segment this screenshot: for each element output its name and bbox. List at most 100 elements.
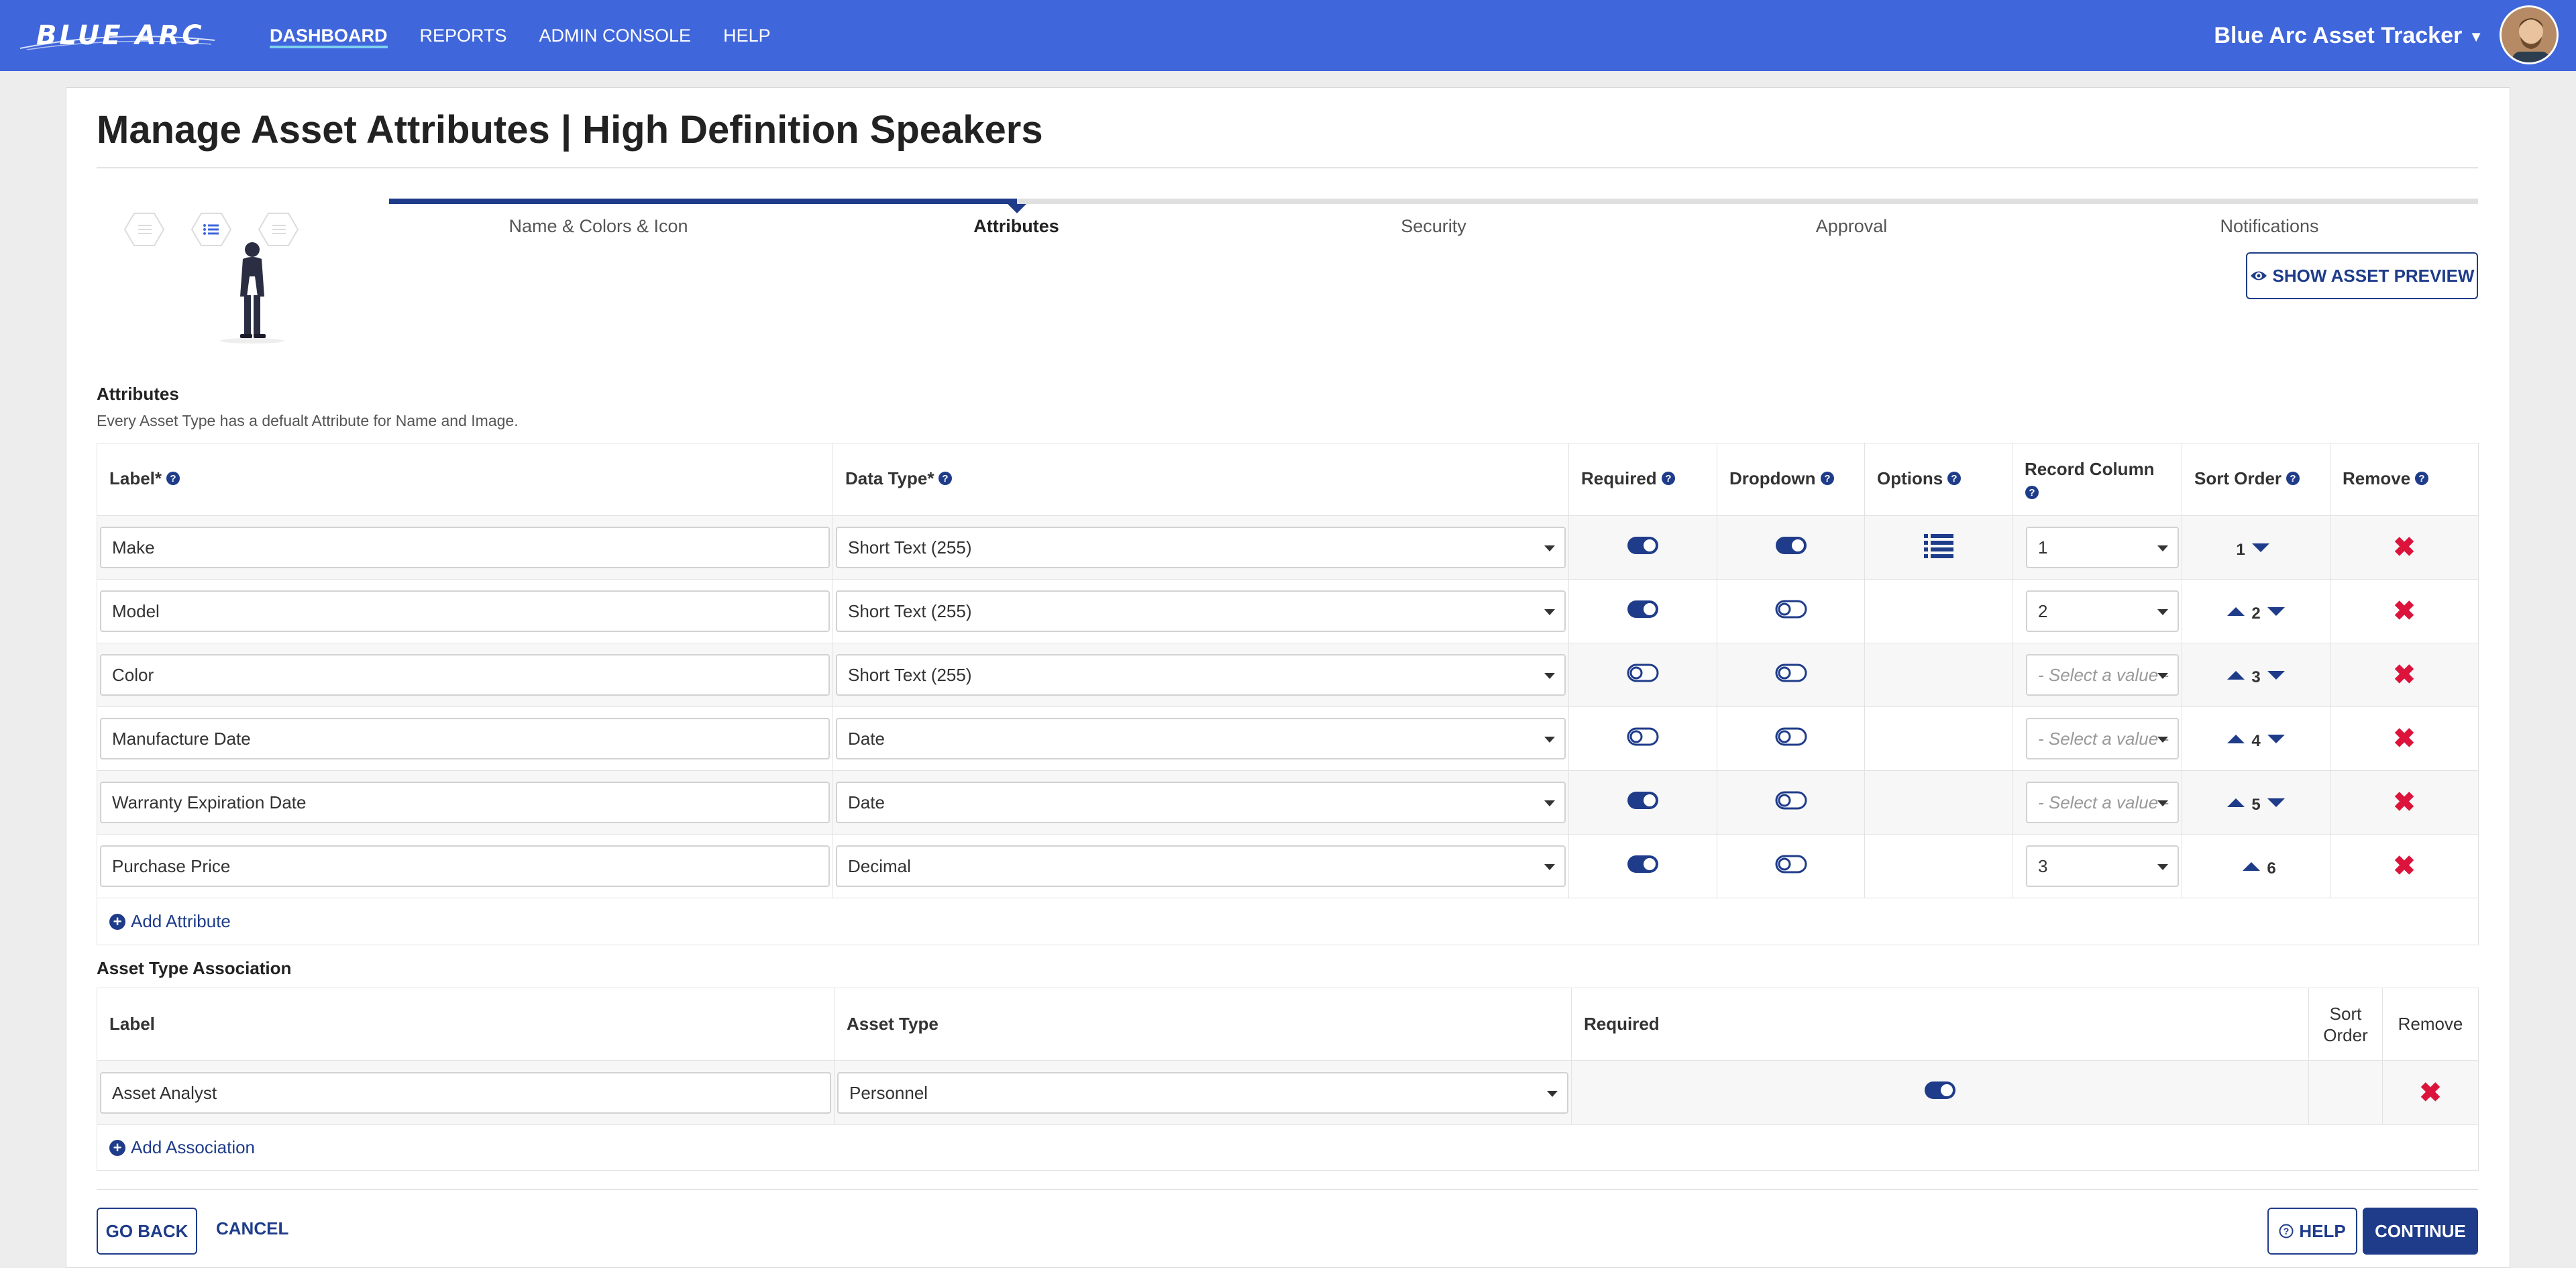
- attribute-label-input[interactable]: Model: [100, 590, 830, 632]
- attribute-row: Color Short Text (255) - Select a value …: [97, 643, 2479, 707]
- question-icon[interactable]: ?: [1820, 470, 1835, 490]
- question-icon[interactable]: ?: [2286, 470, 2300, 490]
- remove-attribute-icon[interactable]: ✖: [2393, 660, 2416, 690]
- required-toggle[interactable]: [1627, 791, 1659, 814]
- caret-down-icon: [1544, 864, 1555, 870]
- header-required: Required?: [1568, 443, 1717, 516]
- move-up-icon[interactable]: [2227, 734, 2245, 743]
- step-approval[interactable]: Approval: [1816, 216, 1888, 237]
- required-toggle[interactable]: [1627, 855, 1659, 878]
- blue-arc-logo[interactable]: BLUE ARC: [20, 19, 215, 52]
- required-toggle[interactable]: [1627, 727, 1659, 751]
- step-security[interactable]: Security: [1401, 216, 1466, 237]
- go-back-button[interactable]: GO BACK: [97, 1208, 197, 1255]
- header-record-column: Record Column?: [2012, 443, 2182, 516]
- sort-order-value: 4: [2251, 732, 2261, 750]
- move-up-icon[interactable]: [2227, 798, 2245, 807]
- step-name-colors-icon[interactable]: Name & Colors & Icon: [508, 216, 688, 237]
- logo-text: BLUE ARC: [36, 20, 205, 51]
- dropdown-toggle[interactable]: [1775, 855, 1807, 878]
- data-type-select[interactable]: Short Text (255): [836, 527, 1566, 568]
- required-toggle[interactable]: [1627, 600, 1659, 623]
- sort-order-value: 3: [2251, 668, 2261, 686]
- move-down-icon[interactable]: [2267, 670, 2285, 680]
- attribute-label-input[interactable]: Warranty Expiration Date: [100, 782, 830, 823]
- dropdown-toggle[interactable]: [1775, 600, 1807, 623]
- move-up-icon[interactable]: [2227, 606, 2245, 616]
- move-down-icon[interactable]: [2251, 543, 2269, 552]
- record-column-select[interactable]: 3: [2026, 845, 2179, 887]
- data-type-select[interactable]: Date: [836, 782, 1566, 823]
- data-type-select[interactable]: Decimal: [836, 845, 1566, 887]
- question-icon[interactable]: ?: [2025, 482, 2039, 505]
- record-column-select[interactable]: - Select a value -: [2026, 782, 2179, 823]
- data-type-select[interactable]: Date: [836, 718, 1566, 759]
- step-notifications[interactable]: Notifications: [2220, 216, 2318, 237]
- record-column-select[interactable]: 2: [2026, 590, 2179, 632]
- question-icon[interactable]: ?: [166, 470, 180, 490]
- add-association-label: Add Association: [131, 1137, 256, 1157]
- add-association-link[interactable]: + Add Association: [109, 1137, 2475, 1158]
- data-type-select[interactable]: Short Text (255): [836, 654, 1566, 696]
- dropdown-toggle[interactable]: [1775, 664, 1807, 687]
- dropdown-toggle[interactable]: [1775, 791, 1807, 814]
- add-attribute-link[interactable]: + Add Attribute: [109, 911, 2475, 932]
- svg-text:?: ?: [2290, 473, 2296, 484]
- required-toggle[interactable]: [1627, 536, 1659, 560]
- footer-divider: [97, 1189, 2478, 1190]
- record-column-select[interactable]: - Select a value -: [2026, 718, 2179, 759]
- dropdown-toggle[interactable]: [1775, 536, 1807, 560]
- question-icon[interactable]: ?: [938, 470, 953, 490]
- question-icon[interactable]: ?: [2414, 470, 2429, 490]
- data-type-select[interactable]: Short Text (255): [836, 590, 1566, 632]
- question-icon[interactable]: ?: [1661, 470, 1676, 490]
- caret-down-icon: [2157, 800, 2168, 806]
- continue-button[interactable]: CONTINUE: [2363, 1208, 2478, 1255]
- nav-admin-console[interactable]: ADMIN CONSOLE: [539, 0, 692, 71]
- move-down-icon[interactable]: [2267, 606, 2285, 616]
- move-down-icon[interactable]: [2267, 734, 2285, 743]
- remove-attribute-icon[interactable]: ✖: [2393, 533, 2416, 562]
- remove-attribute-icon[interactable]: ✖: [2393, 724, 2416, 753]
- required-toggle[interactable]: [1627, 664, 1659, 687]
- show-asset-preview-button[interactable]: SHOW ASSET PREVIEW: [2246, 252, 2478, 299]
- caret-down-icon: [1544, 737, 1555, 743]
- association-required-toggle[interactable]: [1924, 1081, 1956, 1104]
- options-list-icon[interactable]: [1923, 533, 1953, 562]
- remove-attribute-icon[interactable]: ✖: [2393, 788, 2416, 817]
- assoc-header-sort-order: Sort Order: [2308, 988, 2383, 1061]
- svg-text:?: ?: [943, 473, 949, 484]
- attribute-row: Warranty Expiration Date Date - Select a…: [97, 770, 2479, 835]
- attribute-row: Purchase Price Decimal 3 6 ✖: [97, 834, 2479, 898]
- asset-type-select[interactable]: Personnel: [837, 1071, 1568, 1114]
- nav-dashboard[interactable]: DASHBOARD: [270, 0, 388, 71]
- app-switcher[interactable]: Blue Arc Asset Tracker ▼: [2214, 0, 2483, 72]
- step-attributes[interactable]: Attributes: [973, 216, 1059, 237]
- svg-text:?: ?: [2419, 473, 2425, 484]
- remove-attribute-icon[interactable]: ✖: [2393, 851, 2416, 881]
- dropdown-toggle[interactable]: [1775, 727, 1807, 751]
- nav-reports[interactable]: REPORTS: [420, 0, 507, 71]
- caret-down-icon: [1544, 800, 1555, 806]
- attribute-label-input[interactable]: Manufacture Date: [100, 718, 830, 759]
- caret-down-icon: [2157, 545, 2168, 551]
- record-column-select[interactable]: - Select a value -: [2026, 654, 2179, 696]
- cancel-link[interactable]: CANCEL: [216, 1218, 288, 1239]
- svg-text:?: ?: [1824, 473, 1830, 484]
- remove-attribute-icon[interactable]: ✖: [2393, 596, 2416, 626]
- caret-down-icon: [1547, 1090, 1558, 1097]
- help-button[interactable]: ? HELP: [2267, 1208, 2357, 1255]
- move-down-icon[interactable]: [2267, 798, 2285, 807]
- remove-association-icon[interactable]: ✖: [2419, 1078, 2442, 1108]
- question-icon[interactable]: ?: [1947, 470, 1962, 490]
- nav-help[interactable]: HELP: [723, 0, 771, 71]
- attribute-label-input[interactable]: Make: [100, 527, 830, 568]
- association-label-input[interactable]: Asset Analyst: [100, 1071, 831, 1114]
- move-up-icon[interactable]: [2243, 861, 2261, 871]
- move-up-icon[interactable]: [2227, 670, 2245, 680]
- user-avatar[interactable]: [2500, 5, 2559, 64]
- attribute-label-input[interactable]: Purchase Price: [100, 845, 830, 887]
- attribute-label-input[interactable]: Color: [100, 654, 830, 696]
- attribute-row: Make Short Text (255) 1 1 ✖: [97, 515, 2479, 580]
- record-column-select[interactable]: 1: [2026, 527, 2179, 568]
